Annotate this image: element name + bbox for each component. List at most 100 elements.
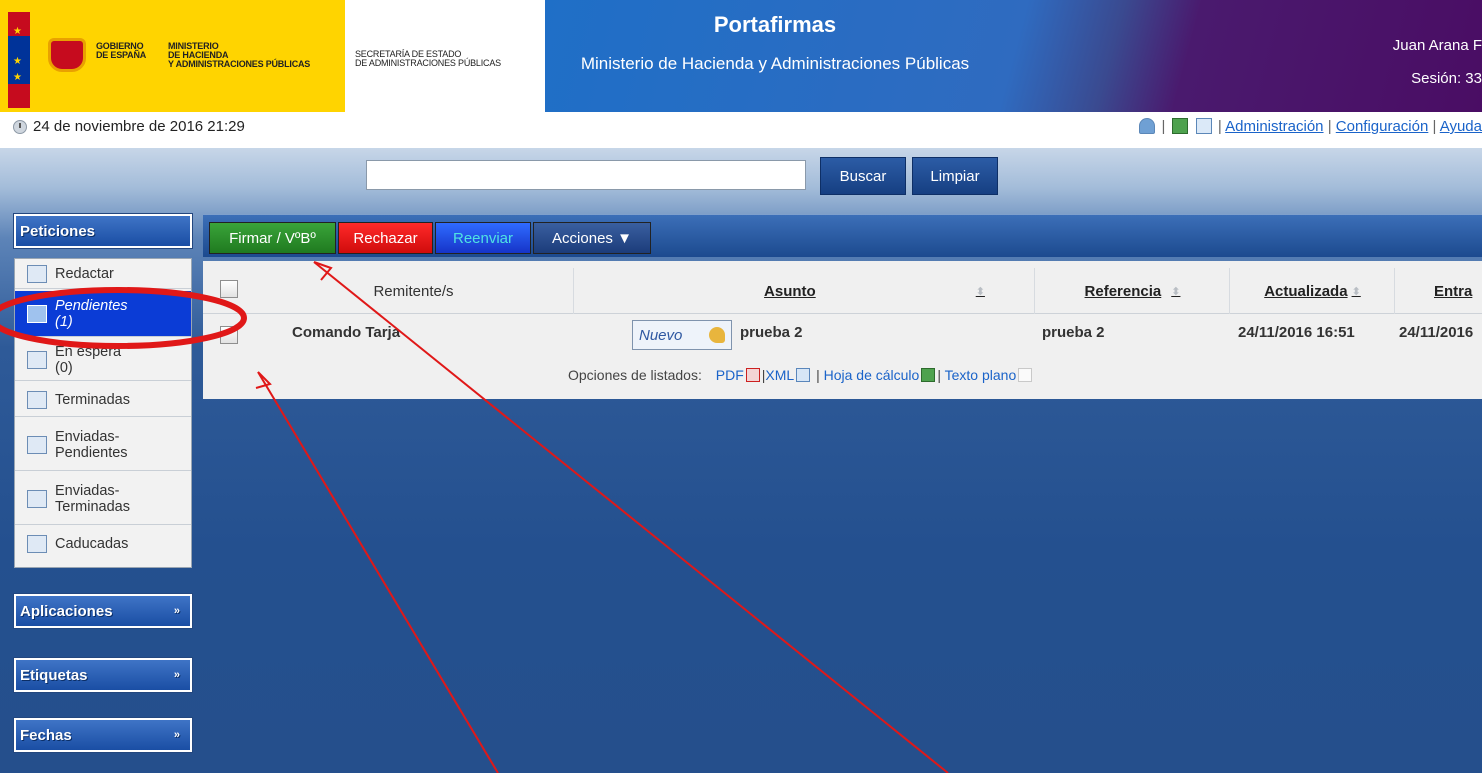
gov-label-2: DE ESPAÑA (96, 50, 147, 60)
sidebar-item-label: Pendientes (55, 297, 128, 314)
sidebar-peticiones-header[interactable]: Peticiones (13, 213, 193, 249)
waiting-icon (27, 350, 47, 369)
new-badge: Nuevo (632, 320, 732, 350)
ministry-title: Ministerio de Hacienda y Administracione… (580, 54, 970, 73)
sidebar-item-redactar[interactable]: Redactar (15, 259, 191, 289)
sidebar-aplicaciones-header[interactable]: Aplicaciones » (13, 593, 193, 629)
sidebar-item-caducadas[interactable]: Caducadas (15, 527, 191, 561)
link-configuracion[interactable]: Configuración (1336, 118, 1429, 135)
row-subject[interactable]: prueba 2 (740, 324, 803, 341)
forward-button[interactable]: Reenviar (435, 222, 531, 254)
text-file-icon[interactable] (1018, 368, 1033, 382)
sidebar-item-label: En espera (55, 343, 122, 360)
ministry-label-3: Y ADMINISTRACIONES PÚBLICAS (168, 59, 311, 69)
column-entrada[interactable]: Entra (1396, 268, 1482, 314)
clock-icon (13, 120, 27, 134)
sidebar-item-text: Pendientes (1) (55, 298, 128, 330)
sent-pending-icon (27, 435, 47, 454)
user-name: Juan Arana F (1392, 37, 1482, 54)
sidebar-etiquetas-header[interactable]: Etiquetas » (13, 657, 193, 693)
column-label: Entra (1434, 282, 1473, 300)
actions-dropdown[interactable]: Acciones ▼ (533, 222, 651, 254)
sidebar-item-text: Enviadas- Pendientes (55, 429, 128, 461)
session-info: Sesión: 33 (1411, 70, 1482, 87)
chevron-right-icon: » (173, 729, 180, 741)
finished-icon (27, 390, 47, 409)
select-all-checkbox[interactable] (220, 280, 238, 298)
secretary-label-2: DE ADMINISTRACIONES PÚBLICAS (355, 58, 501, 68)
coat-of-arms-icon (48, 38, 86, 72)
sidebar-item-label: Caducadas (55, 536, 129, 552)
row-checkbox[interactable] (220, 326, 238, 344)
sidebar-item-terminadas[interactable]: Terminadas (15, 383, 191, 417)
column-referencia[interactable]: Referencia ⬍ (1036, 268, 1230, 314)
sidebar-item-label-2: Terminadas (55, 498, 130, 515)
chevron-right-icon: » (173, 605, 180, 617)
sidebar-item-label: Enviadas- (55, 482, 120, 499)
page-header: ★ ★ ★ GOBIERNO DE ESPAÑA MINISTERIO DE H… (0, 0, 1482, 112)
sidebar-item-pendientes[interactable]: Pendientes (1) (15, 291, 191, 337)
column-remitentes: Remitente/s (254, 268, 574, 314)
column-actualizada[interactable]: Actualizada ⬍ (1231, 268, 1395, 314)
column-label: Asunto (764, 282, 816, 300)
expired-icon (27, 535, 47, 553)
pdf-icon[interactable] (745, 368, 760, 382)
reject-button[interactable]: Rechazar (338, 222, 433, 254)
spreadsheet-icon[interactable] (921, 368, 936, 382)
row-reference: prueba 2 (1042, 324, 1105, 341)
sidebar-item-text: Enviadas- Terminadas (55, 483, 130, 515)
clear-button[interactable]: Limpiar (912, 157, 998, 195)
user-icon[interactable] (1139, 118, 1156, 134)
sidebar-fechas-header[interactable]: Fechas » (13, 717, 193, 753)
row-updated: 24/11/2016 16:51 (1238, 324, 1355, 341)
sidebar-item-label-2: Pendientes (55, 444, 128, 461)
link-ayuda[interactable]: Ayuda (1440, 118, 1482, 135)
fechas-title: Fechas (20, 726, 72, 744)
app-title: Portafirmas (713, 12, 837, 37)
sidebar-item-label: Redactar (55, 265, 114, 282)
search-button[interactable]: Buscar (820, 157, 906, 195)
envelope-icon (27, 304, 47, 323)
column-label: Referencia (1084, 282, 1162, 300)
window-icon[interactable] (1195, 118, 1212, 134)
government-logo: ★ ★ ★ GOBIERNO DE ESPAÑA MINISTERIO DE H… (0, 0, 345, 112)
current-datetime: 24 de noviembre de 2016 21:29 (33, 118, 245, 135)
sidebar-item-count: (0) (55, 359, 73, 376)
badge-label: Nuevo (639, 326, 683, 344)
sidebar-item-enviadas-pendientes[interactable]: Enviadas- Pendientes (15, 419, 191, 471)
sidebar-item-label: Enviadas- (55, 428, 120, 445)
column-label: Actualizada (1264, 282, 1348, 300)
xml-icon[interactable] (796, 368, 811, 382)
etiquetas-title: Etiquetas (20, 666, 88, 684)
export-pdf-link[interactable]: PDF (716, 367, 744, 383)
export-sheet-link[interactable]: Hoja de cálculo (824, 367, 920, 383)
row-sender: Comando Tarja (292, 324, 401, 341)
sort-icon: ⬍ (975, 285, 985, 298)
top-links: | | Administración | Configuración | Ayu… (1137, 118, 1482, 135)
peticiones-list: Redactar Pendientes (1) En espera (0) Te… (14, 258, 192, 568)
export-text-link[interactable]: Texto plano (945, 367, 1017, 383)
chevron-right-icon: » (173, 669, 180, 681)
layout-icon[interactable] (1171, 118, 1188, 134)
sidebar-item-enviadas-terminadas[interactable]: Enviadas- Terminadas (15, 473, 191, 525)
key-icon (709, 327, 725, 343)
link-administracion[interactable]: Administración (1225, 118, 1323, 135)
eu-flag-icon: ★ ★ ★ (8, 12, 30, 108)
row-entered: 24/11/2016 (1399, 324, 1474, 341)
compose-icon (27, 264, 47, 283)
sort-icon: ⬍ (1351, 285, 1361, 298)
sidebar-item-text: En espera (0) (55, 344, 121, 376)
column-label: Remitente/s (373, 282, 454, 300)
export-xml-link[interactable]: XML (765, 367, 794, 383)
sign-button[interactable]: Firmar / VºBº (209, 222, 336, 254)
sidebar-item-label: Terminadas (55, 391, 130, 408)
listing-options: Opciones de listados: PDF |XML | Hoja de … (568, 367, 1034, 383)
sent-finished-icon (27, 489, 47, 508)
aplicaciones-title: Aplicaciones (20, 602, 113, 620)
secretary-logo: SECRETARÍA DE ESTADO DE ADMINISTRACIONES… (345, 0, 545, 112)
column-asunto[interactable]: Asunto ⬍ (575, 268, 1035, 314)
listing-options-label: Opciones de listados: (568, 367, 702, 383)
search-input[interactable] (366, 160, 806, 190)
sidebar-item-en-espera[interactable]: En espera (0) (15, 339, 191, 381)
sort-icon: ⬍ (1171, 285, 1181, 298)
